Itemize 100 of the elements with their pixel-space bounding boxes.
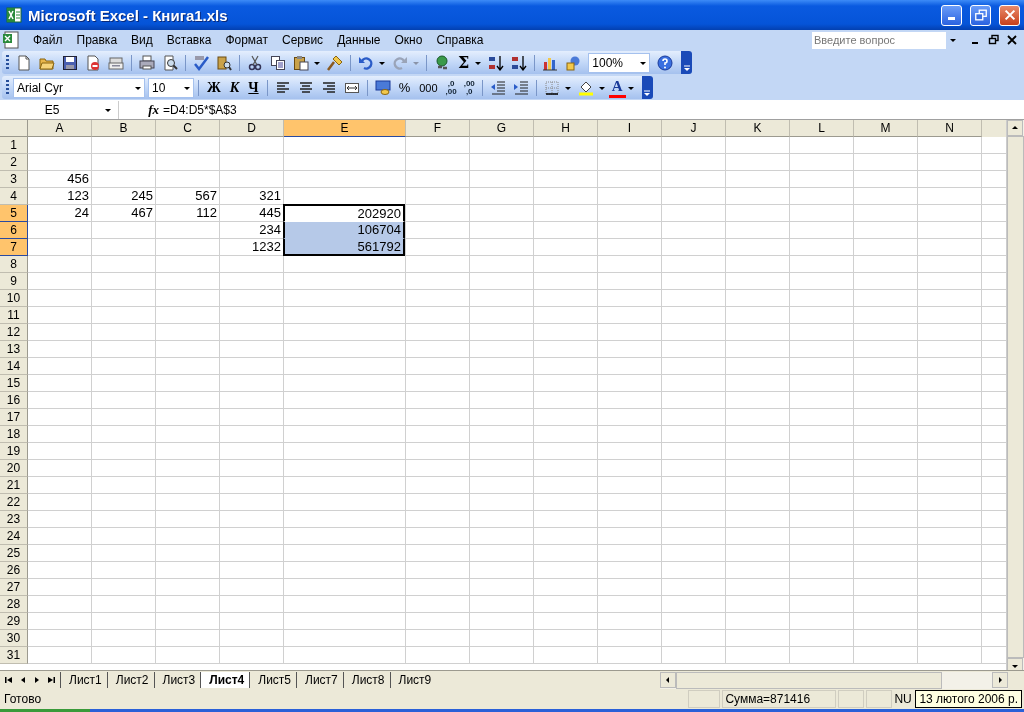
zoom-dropdown[interactable]: 100% [588, 52, 651, 73]
sheet-tab[interactable]: Лист8 [342, 672, 390, 688]
column-header[interactable]: G [470, 120, 534, 137]
table-cell[interactable]: 234 [220, 222, 284, 239]
row-header[interactable]: 11 [0, 307, 28, 324]
sheet-tab[interactable]: Лист4 [200, 672, 250, 688]
horizontal-scrollbar[interactable] [660, 671, 1008, 689]
table-cell[interactable]: 24 [28, 205, 92, 222]
menu-item[interactable]: Правка [69, 33, 125, 47]
row-header[interactable]: 7 [0, 239, 28, 256]
table-cell[interactable]: 567 [156, 188, 220, 205]
table-cell[interactable]: 456 [28, 171, 92, 188]
formula-field[interactable]: =D4:D5*$A$3 [163, 102, 237, 117]
table-cell[interactable]: 445 [220, 205, 284, 222]
toolbar-options-button[interactable] [681, 51, 693, 74]
column-header[interactable]: N [918, 120, 982, 137]
row-header[interactable]: 22 [0, 494, 28, 511]
row-header[interactable]: 30 [0, 630, 28, 647]
row-header[interactable]: 3 [0, 171, 28, 188]
row-header[interactable]: 28 [0, 596, 28, 613]
sheet-tab[interactable]: Лист5 [249, 672, 297, 688]
row-header[interactable]: 20 [0, 460, 28, 477]
sheet-tab[interactable]: Лист7 [296, 672, 343, 688]
name-box[interactable]: E5 [0, 100, 119, 119]
table-cell[interactable]: 123 [28, 188, 92, 205]
menu-item[interactable]: Файл [26, 33, 70, 47]
column-header[interactable]: F [406, 120, 470, 137]
menu-item[interactable]: Вид [124, 33, 160, 47]
column-header[interactable]: E [284, 120, 406, 137]
row-header[interactable]: 25 [0, 545, 28, 562]
row-header[interactable]: 13 [0, 341, 28, 358]
table-cell[interactable]: 112 [156, 205, 220, 222]
restore-icon[interactable] [988, 34, 1000, 46]
menu-item[interactable]: Окно [387, 33, 430, 47]
column-header[interactable]: H [534, 120, 598, 137]
autosum-button[interactable]: Σ [454, 53, 474, 72]
table-cell[interactable]: 202920 [283, 204, 405, 222]
sheet-tab[interactable]: Лист9 [389, 672, 437, 688]
scroll-up-button[interactable] [1007, 120, 1023, 136]
row-header[interactable]: 15 [0, 375, 28, 392]
menu-item[interactable]: Формат [218, 33, 276, 47]
row-header[interactable]: 16 [0, 392, 28, 409]
column-header[interactable]: K [726, 120, 790, 137]
scroll-down-button[interactable] [1007, 658, 1023, 670]
restore-button[interactable] [970, 4, 991, 26]
column-header[interactable]: B [92, 120, 156, 137]
sheet-tab[interactable]: Лист2 [106, 672, 154, 688]
first-sheet-icon[interactable] [4, 675, 14, 685]
italic-button[interactable]: К [225, 77, 244, 98]
thousands-separator-button[interactable]: 000 [415, 77, 442, 98]
decrease-decimal-button[interactable]: ,00 ,0 [460, 77, 478, 98]
table-cell[interactable]: 106704 [283, 222, 405, 239]
menu-item[interactable]: Справка [429, 33, 491, 47]
row-header[interactable]: 19 [0, 443, 28, 460]
scroll-right-button[interactable] [992, 671, 1008, 688]
column-header[interactable]: L [790, 120, 854, 137]
toolbar-options-button[interactable] [641, 76, 653, 99]
row-header[interactable]: 4 [0, 188, 28, 205]
table-cell[interactable]: 245 [92, 188, 156, 205]
close-button[interactable] [999, 4, 1020, 26]
insert-function-button[interactable]: fx [119, 101, 163, 118]
close-icon[interactable] [1006, 34, 1018, 46]
table-cell[interactable]: 561792 [283, 239, 405, 256]
table-cell[interactable]: 467 [92, 205, 156, 222]
row-header[interactable]: 12 [0, 324, 28, 341]
row-header[interactable]: 24 [0, 528, 28, 545]
percent-button[interactable]: % [394, 77, 415, 98]
row-header[interactable]: 29 [0, 613, 28, 630]
row-header[interactable]: 23 [0, 511, 28, 528]
row-header[interactable]: 1 [0, 137, 28, 154]
row-header[interactable]: 18 [0, 426, 28, 443]
scroll-thumb[interactable] [676, 671, 942, 689]
column-header[interactable]: I [598, 120, 662, 137]
bold-button[interactable]: Ж [203, 77, 225, 98]
row-header[interactable]: 21 [0, 477, 28, 494]
minimize-button[interactable] [941, 4, 962, 26]
scroll-left-button[interactable] [660, 671, 676, 688]
row-header[interactable]: 9 [0, 273, 28, 290]
row-header[interactable]: 10 [0, 290, 28, 307]
row-header[interactable]: 6 [0, 222, 28, 239]
column-header[interactable]: C [156, 120, 220, 137]
workbook-icon[interactable] [2, 31, 20, 49]
email-icon[interactable] [105, 54, 127, 71]
row-header[interactable]: 8 [0, 256, 28, 273]
table-cell[interactable]: 1232 [220, 239, 284, 256]
row-header[interactable]: 17 [0, 409, 28, 426]
underline-button[interactable]: Ч [244, 77, 263, 98]
column-header[interactable]: M [854, 120, 918, 137]
last-sheet-icon[interactable] [46, 675, 56, 685]
row-header[interactable]: 26 [0, 562, 28, 579]
menu-item[interactable]: Вставка [159, 33, 219, 47]
row-header[interactable]: 27 [0, 579, 28, 596]
row-header[interactable]: 14 [0, 358, 28, 375]
column-header[interactable]: J [662, 120, 726, 137]
sheet-tab[interactable]: Лист1 [60, 672, 107, 688]
font-size-dropdown[interactable]: 10 [148, 77, 194, 98]
row-header[interactable]: 31 [0, 647, 28, 664]
font-dropdown[interactable]: Arial Cyr [13, 77, 145, 98]
table-cell[interactable]: 321 [220, 188, 284, 205]
row-header[interactable]: 5 [0, 205, 28, 222]
